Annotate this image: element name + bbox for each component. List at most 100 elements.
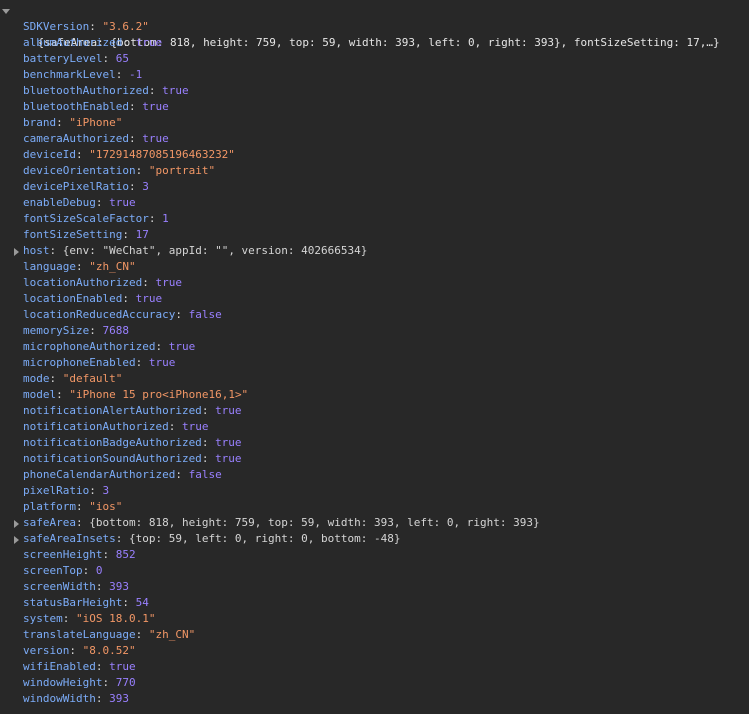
property-colon: : [148, 84, 163, 97]
property-value: "17291487085196463232" [89, 148, 235, 161]
property-colon: : [82, 564, 96, 577]
property-value: true [148, 356, 176, 369]
property-key: wifiEnabled [23, 660, 96, 673]
property-colon: : [201, 404, 216, 417]
property-colon: : [135, 164, 149, 177]
property-row-albumAuthorized: albumAuthorized: true [0, 35, 749, 51]
object-header-row[interactable]: {safeArea: {bottom: 818, height: 759, to… [0, 3, 749, 49]
property-row-safeAreaInsets[interactable]: safeAreaInsets: {top: 59, left: 0, right… [0, 531, 749, 547]
property-row-notificationAlertAuthorized: notificationAlertAuthorized: true [0, 403, 749, 419]
property-value: "iPhone 15 pro<iPhone16,1>" [69, 388, 249, 401]
property-key: notificationAlertAuthorized [23, 404, 202, 417]
property-key: statusBarHeight [23, 596, 123, 609]
property-key: version [23, 644, 70, 657]
property-key: batteryLevel [23, 52, 103, 65]
property-key: cameraAuthorized [23, 132, 129, 145]
property-row-wifiEnabled: wifiEnabled: true [0, 659, 749, 675]
property-colon: : [95, 660, 110, 673]
property-key: SDKVersion [23, 20, 90, 33]
property-value: 54 [135, 596, 149, 609]
property-key: notificationAuthorized [23, 420, 169, 433]
property-key: benchmarkLevel [23, 68, 116, 81]
property-value: true [135, 292, 163, 305]
collapsed-arrow-icon[interactable] [14, 536, 19, 544]
property-key: platform [23, 500, 76, 513]
property-row-deviceId: deviceId: "17291487085196463232" [0, 147, 749, 163]
property-value: -1 [128, 68, 143, 81]
property-row-SDKVersion: SDKVersion: "3.6.2" [0, 19, 749, 35]
property-key: enableDebug [23, 196, 96, 209]
property-row-bluetoothEnabled: bluetoothEnabled: true [0, 99, 749, 115]
property-key: model [23, 388, 57, 401]
property-value: "zh_CN" [89, 260, 136, 273]
property-value: true [142, 100, 169, 113]
property-row-statusBarHeight: statusBarHeight: 54 [0, 595, 749, 611]
property-key: deviceOrientation [23, 164, 136, 177]
property-key: language [23, 260, 76, 273]
property-colon: : [201, 436, 216, 449]
property-colon: : [102, 52, 116, 65]
collapsed-arrow-icon[interactable] [14, 248, 19, 256]
collapsed-arrow-icon[interactable] [14, 520, 19, 528]
property-colon: : [95, 692, 110, 705]
property-row-platform: platform: "ios" [0, 499, 749, 515]
property-colon: : [175, 468, 189, 481]
property-key: mode [23, 372, 50, 385]
property-value: "iPhone" [69, 116, 123, 129]
property-colon: : [168, 420, 182, 433]
property-colon: : [75, 516, 90, 529]
property-key: bluetoothEnabled [23, 100, 129, 113]
property-colon: : [115, 68, 129, 81]
property-row-version: version: "8.0.52" [0, 643, 749, 659]
property-key: screenWidth [23, 580, 96, 593]
property-value: 770 [115, 676, 136, 689]
property-colon: : [102, 676, 116, 689]
property-row-fontSizeSetting: fontSizeSetting: 17 [0, 227, 749, 243]
property-value: 17 [135, 228, 149, 241]
property-colon: : [155, 340, 169, 353]
property-key: locationAuthorized [23, 276, 143, 289]
property-row-devicePixelRatio: devicePixelRatio: 3 [0, 179, 749, 195]
property-colon: : [49, 372, 63, 385]
property-row-system: system: "iOS 18.0.1" [0, 611, 749, 627]
property-row-windowHeight: windowHeight: 770 [0, 675, 749, 691]
property-colon: : [56, 116, 70, 129]
property-value: true [109, 196, 136, 209]
property-value: {env: "WeChat", appId: "", version: 4026… [62, 244, 368, 257]
property-row-notificationAuthorized: notificationAuthorized: true [0, 419, 749, 435]
property-key: safeAreaInsets [23, 532, 116, 545]
property-row-windowWidth: windowWidth: 393 [0, 691, 749, 707]
property-key: albumAuthorized [23, 36, 123, 49]
property-value: true [162, 84, 189, 97]
property-key: phoneCalendarAuthorized [23, 468, 176, 481]
property-value: 0 [95, 564, 103, 577]
property-row-phoneCalendarAuthorized: phoneCalendarAuthorized: false [0, 467, 749, 483]
property-value: "zh_CN" [148, 628, 196, 641]
expanded-arrow-icon[interactable] [2, 9, 10, 14]
property-value: "default" [62, 372, 123, 385]
property-value: "portrait" [148, 164, 216, 177]
property-row-memorySize: memorySize: 7688 [0, 323, 749, 339]
property-value: true [135, 36, 163, 49]
property-list: SDKVersion: "3.6.2" albumAuthorized: true… [0, 19, 749, 707]
property-value: 393 [109, 692, 129, 705]
property-colon: : [201, 452, 216, 465]
property-key: notificationSoundAuthorized [23, 452, 202, 465]
property-value: false [188, 308, 222, 321]
property-value: {bottom: 818, height: 759, top: 59, widt… [89, 516, 540, 529]
property-colon: : [102, 548, 116, 561]
property-row-host[interactable]: host: {env: "WeChat", appId: "", version… [0, 243, 749, 259]
property-colon: : [128, 100, 143, 113]
property-colon: : [49, 244, 63, 257]
property-row-enableDebug: enableDebug: true [0, 195, 749, 211]
property-value: true [215, 404, 242, 417]
property-colon: : [128, 132, 143, 145]
property-row-translateLanguage: translateLanguage: "zh_CN" [0, 627, 749, 643]
property-value: 65 [115, 52, 129, 65]
property-colon: : [75, 260, 90, 273]
property-row-safeArea[interactable]: safeArea: {bottom: 818, height: 759, top… [0, 515, 749, 531]
property-row-pixelRatio: pixelRatio: 3 [0, 483, 749, 499]
property-row-batteryLevel: batteryLevel: 65 [0, 51, 749, 67]
property-key: notificationBadgeAuthorized [23, 436, 202, 449]
property-key: fontSizeScaleFactor [23, 212, 149, 225]
